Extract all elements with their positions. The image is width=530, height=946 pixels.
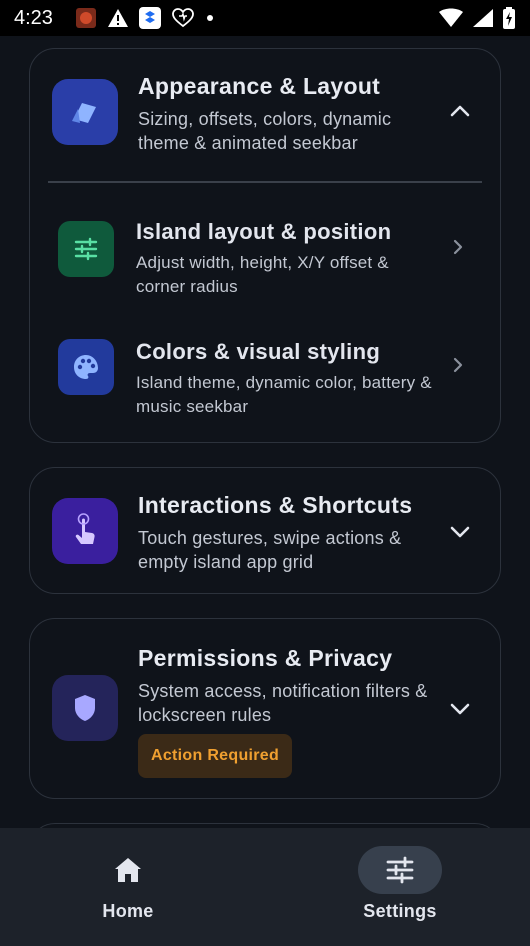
list-item-island-layout[interactable]: Island layout & position Adjust width, h… [30, 191, 500, 309]
section-description: Touch gestures, swipe actions & empty is… [138, 528, 402, 572]
tune-sliders-icon [58, 221, 114, 277]
warning-icon [107, 8, 129, 28]
chevron-right-icon [444, 351, 472, 379]
section-interactions-shortcuts[interactable]: Interactions & Shortcuts Touch gestures,… [29, 467, 501, 594]
cell-signal-icon [472, 8, 494, 28]
section-divider [48, 181, 482, 183]
section-description: System access, notification filters & lo… [138, 681, 428, 725]
shield-icon [52, 675, 118, 741]
battery-icon [502, 7, 516, 29]
section-title: Permissions & Privacy [138, 645, 393, 671]
more-dot-icon [205, 13, 215, 23]
item-description: Island theme, dynamic color, battery & m… [136, 373, 432, 416]
section-title: Appearance & Layout [138, 73, 381, 99]
section-appearance-layout: Appearance & Layout Sizing, offsets, col… [29, 48, 501, 443]
nav-item-home[interactable]: Home [48, 828, 208, 946]
dropbox-icon [138, 7, 161, 29]
status-bar: 4:23 [0, 0, 530, 36]
app-notification-icon [75, 7, 97, 29]
action-required-badge[interactable]: Action Required [138, 734, 293, 778]
section-title: Interactions & Shortcuts [138, 492, 413, 518]
palette-icon [58, 339, 114, 395]
nav-label: Settings [363, 901, 437, 921]
chevron-up-icon[interactable] [446, 97, 474, 125]
heart-pulse-icon [171, 8, 195, 28]
list-item-colors-styling[interactable]: Colors & visual styling Island theme, dy… [30, 311, 500, 429]
sliders-icon [358, 846, 442, 894]
touch-icon [52, 498, 118, 564]
item-title: Colors & visual styling [136, 339, 381, 364]
item-title: Island layout & position [136, 219, 392, 244]
chevron-down-icon[interactable] [446, 518, 474, 546]
settings-scroll-area[interactable]: Appearance & Layout Sizing, offsets, col… [0, 36, 530, 828]
chevron-right-icon [444, 233, 472, 261]
item-description: Adjust width, height, X/Y offset & corne… [136, 253, 389, 296]
section-description: Sizing, offsets, colors, dynamic theme &… [138, 109, 392, 153]
wifi-icon [438, 8, 464, 28]
status-time: 4:23 [14, 6, 53, 29]
home-icon [86, 846, 170, 894]
nav-label: Home [102, 901, 154, 921]
palette-card-icon [52, 79, 118, 145]
nav-item-settings[interactable]: Settings [320, 828, 480, 946]
section-header-appearance[interactable]: Appearance & Layout Sizing, offsets, col… [30, 49, 500, 181]
section-permissions-privacy[interactable]: Permissions & Privacy System access, not… [29, 618, 501, 799]
chevron-down-icon[interactable] [446, 695, 474, 723]
bottom-navigation-bar: Home Settings [0, 828, 530, 946]
